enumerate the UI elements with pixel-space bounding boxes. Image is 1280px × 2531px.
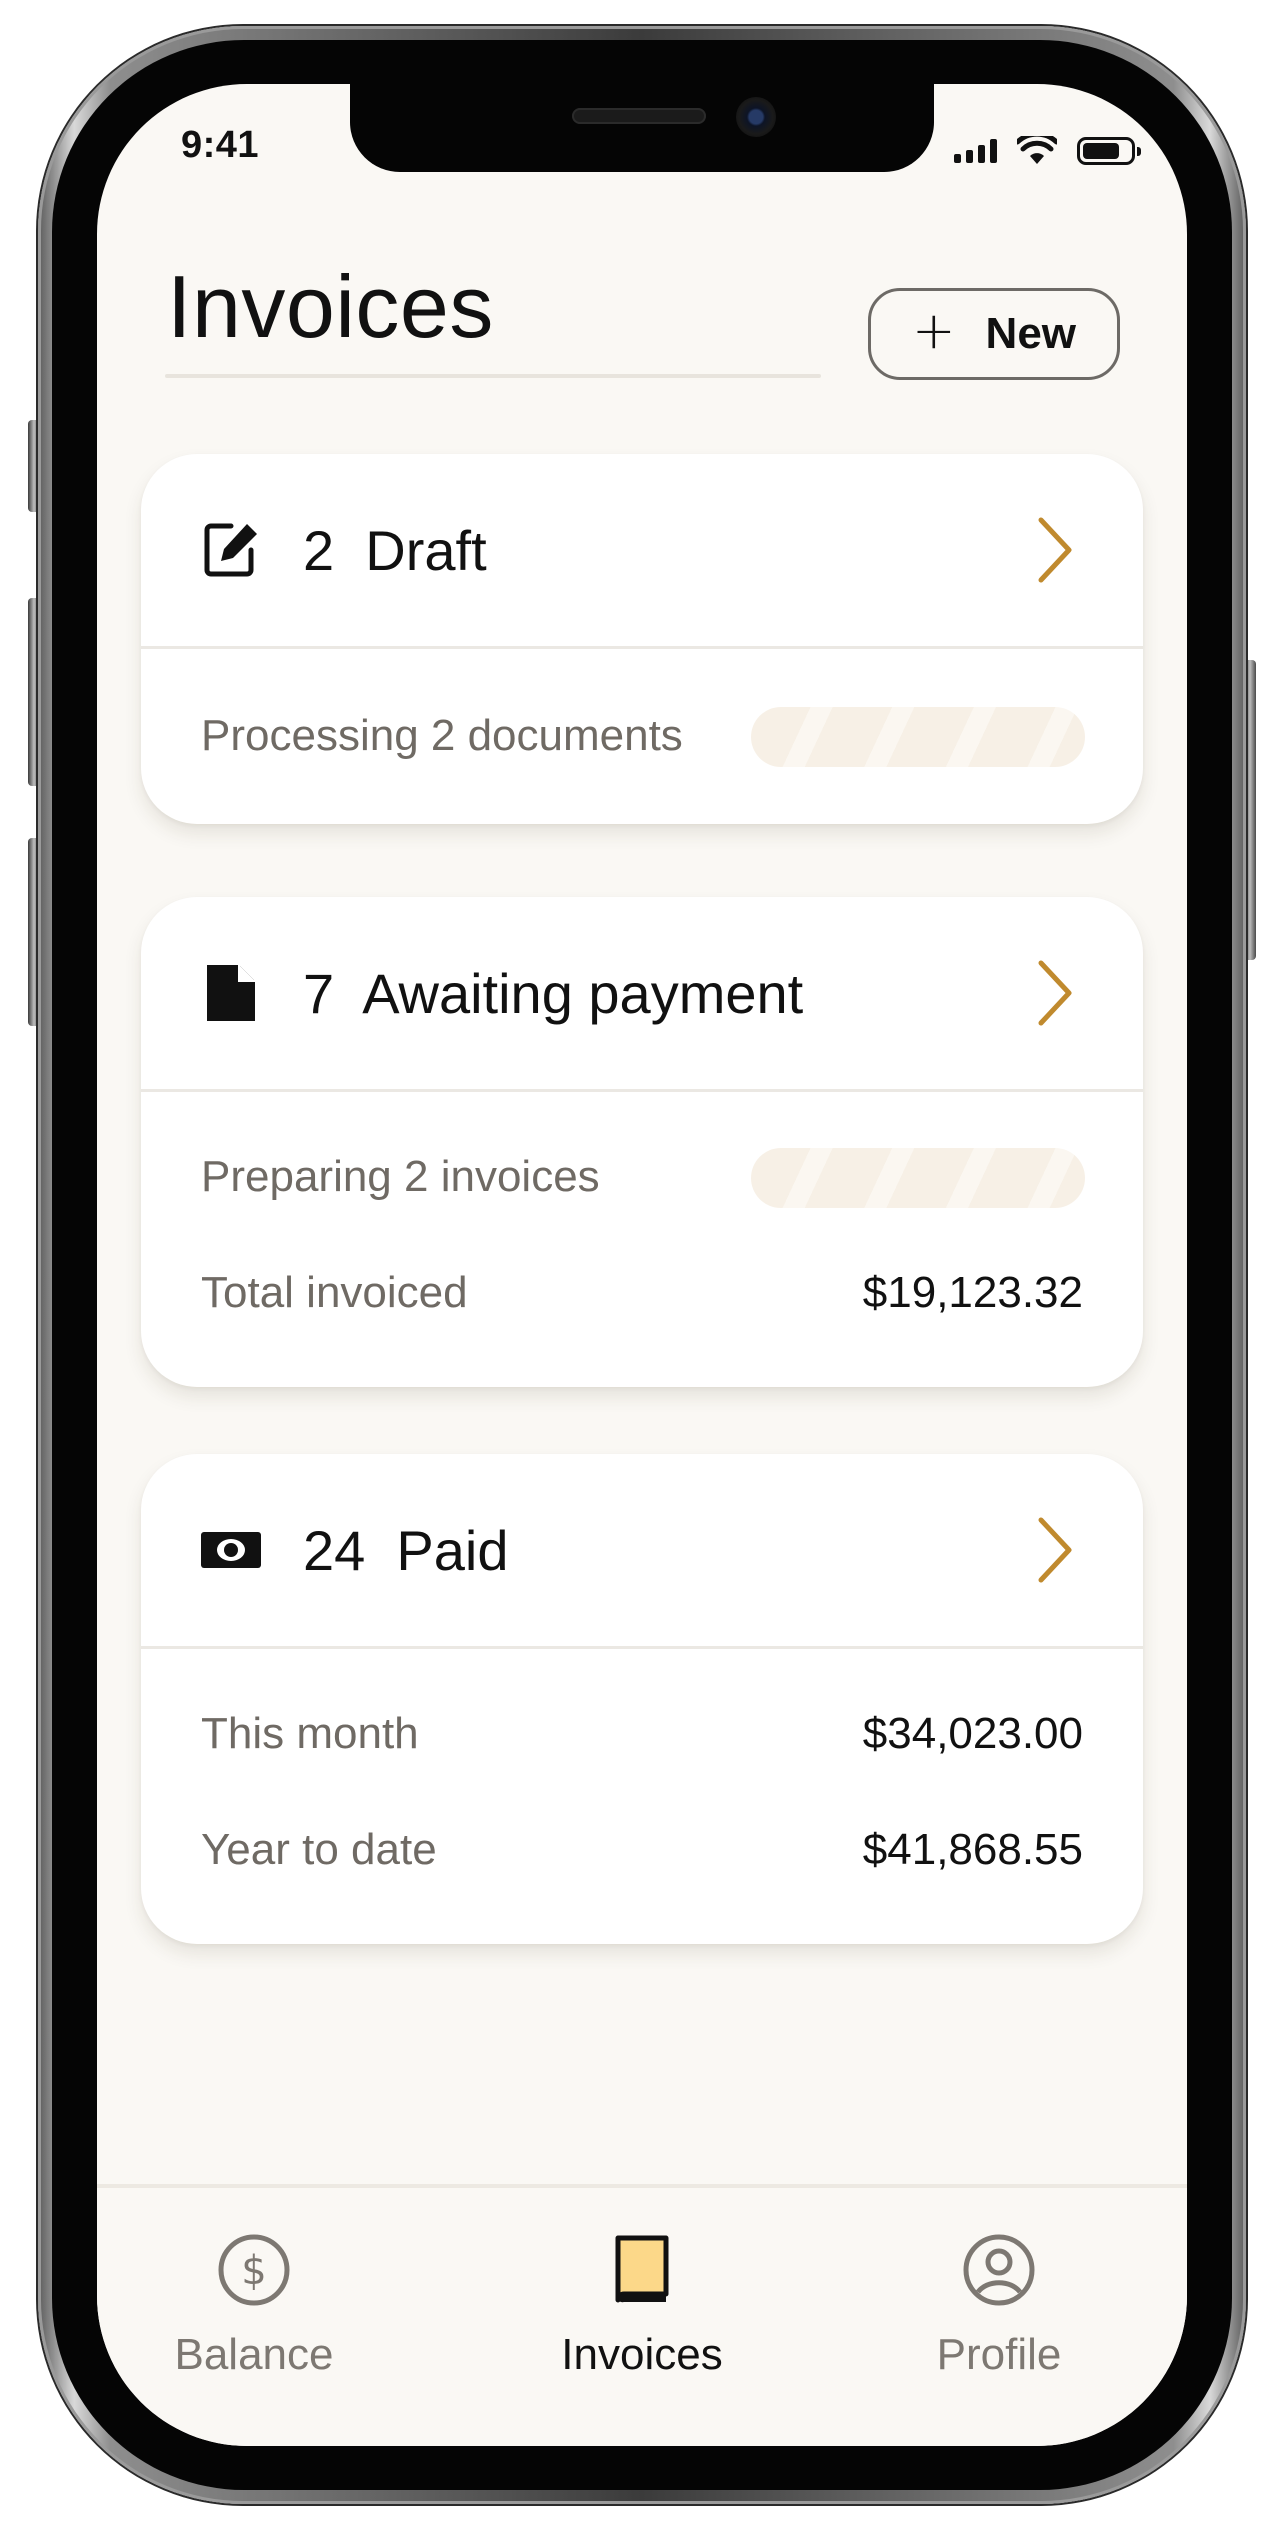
paid-card: 24 Paid This month $34,023.00 Year to da… [141, 1454, 1143, 1944]
wifi-icon [1017, 136, 1057, 164]
book-icon [615, 2235, 669, 2303]
loading-skeleton [751, 707, 1085, 767]
notch [350, 84, 934, 172]
tab-profile[interactable]: Profile [869, 2188, 1129, 2388]
awaiting-payment-card: 7 Awaiting payment Preparing 2 invoices … [141, 897, 1143, 1387]
status-time: 9:41 [181, 124, 260, 166]
tab-invoices[interactable]: Invoices [512, 2188, 772, 2388]
status-icons [954, 136, 1141, 166]
title-underline [165, 374, 821, 378]
awaiting-preparing-row: Preparing 2 invoices [141, 1092, 1143, 1210]
speaker-grille [572, 108, 706, 124]
paid-card-header[interactable]: 24 Paid [141, 1454, 1143, 1646]
document-icon [207, 965, 255, 1021]
new-button-label: New [985, 309, 1077, 358]
awaiting-card-header[interactable]: 7 Awaiting payment [141, 897, 1143, 1089]
draft-card: 2 Draft Processing 2 documents [141, 454, 1143, 824]
chevron-right-icon [1038, 1517, 1072, 1583]
battery-icon [1077, 137, 1141, 165]
row-label: Preparing 2 invoices [201, 1152, 600, 1201]
tab-balance[interactable]: $ Balance [124, 2188, 384, 2388]
draft-processing-row: Processing 2 documents [141, 649, 1143, 824]
chevron-right-icon [1038, 960, 1072, 1026]
front-camera [736, 97, 776, 137]
tab-label: Balance [174, 2330, 334, 2379]
tab-label: Profile [936, 2330, 1062, 2379]
new-invoice-button[interactable]: + New [868, 288, 1120, 380]
svg-text:$: $ [241, 2248, 266, 2294]
paid-year-to-date-row: Year to date $41,868.55 [141, 1767, 1143, 1885]
page-title: Invoices [167, 257, 494, 356]
row-label: Total invoiced [201, 1268, 468, 1317]
dollar-circle-icon: $ [218, 2234, 290, 2306]
row-label: Processing 2 documents [201, 711, 683, 760]
edit-document-icon [204, 523, 257, 577]
tab-bar: $ Balance Invoices Profile [97, 2184, 1187, 2446]
this-month-value: $34,023.00 [862, 1709, 1083, 1758]
awaiting-total-row: Total invoiced $19,123.32 [141, 1210, 1143, 1328]
device-mockup: 9:41 Invoices + New 2 Draft Processing 2… [0, 0, 1280, 2531]
year-to-date-value: $41,868.55 [862, 1825, 1083, 1874]
draft-title: 2 Draft [303, 519, 487, 582]
tab-label: Invoices [561, 2330, 723, 2379]
loading-skeleton [751, 1148, 1085, 1208]
total-invoiced-value: $19,123.32 [862, 1268, 1083, 1317]
row-label: This month [201, 1709, 419, 1758]
row-label: Year to date [201, 1825, 437, 1874]
awaiting-title: 7 Awaiting payment [303, 962, 804, 1025]
cellular-signal-icon [954, 139, 997, 163]
user-circle-icon [963, 2234, 1035, 2306]
paid-title: 24 Paid [303, 1519, 509, 1582]
chevron-right-icon [1038, 517, 1072, 583]
plus-icon: + [911, 301, 956, 361]
app-screen: 9:41 Invoices + New 2 Draft Processing 2… [97, 84, 1187, 2446]
paid-this-month-row: This month $34,023.00 [141, 1649, 1143, 1767]
draft-card-header[interactable]: 2 Draft [141, 454, 1143, 646]
banknote-eye-icon [201, 1532, 261, 1568]
